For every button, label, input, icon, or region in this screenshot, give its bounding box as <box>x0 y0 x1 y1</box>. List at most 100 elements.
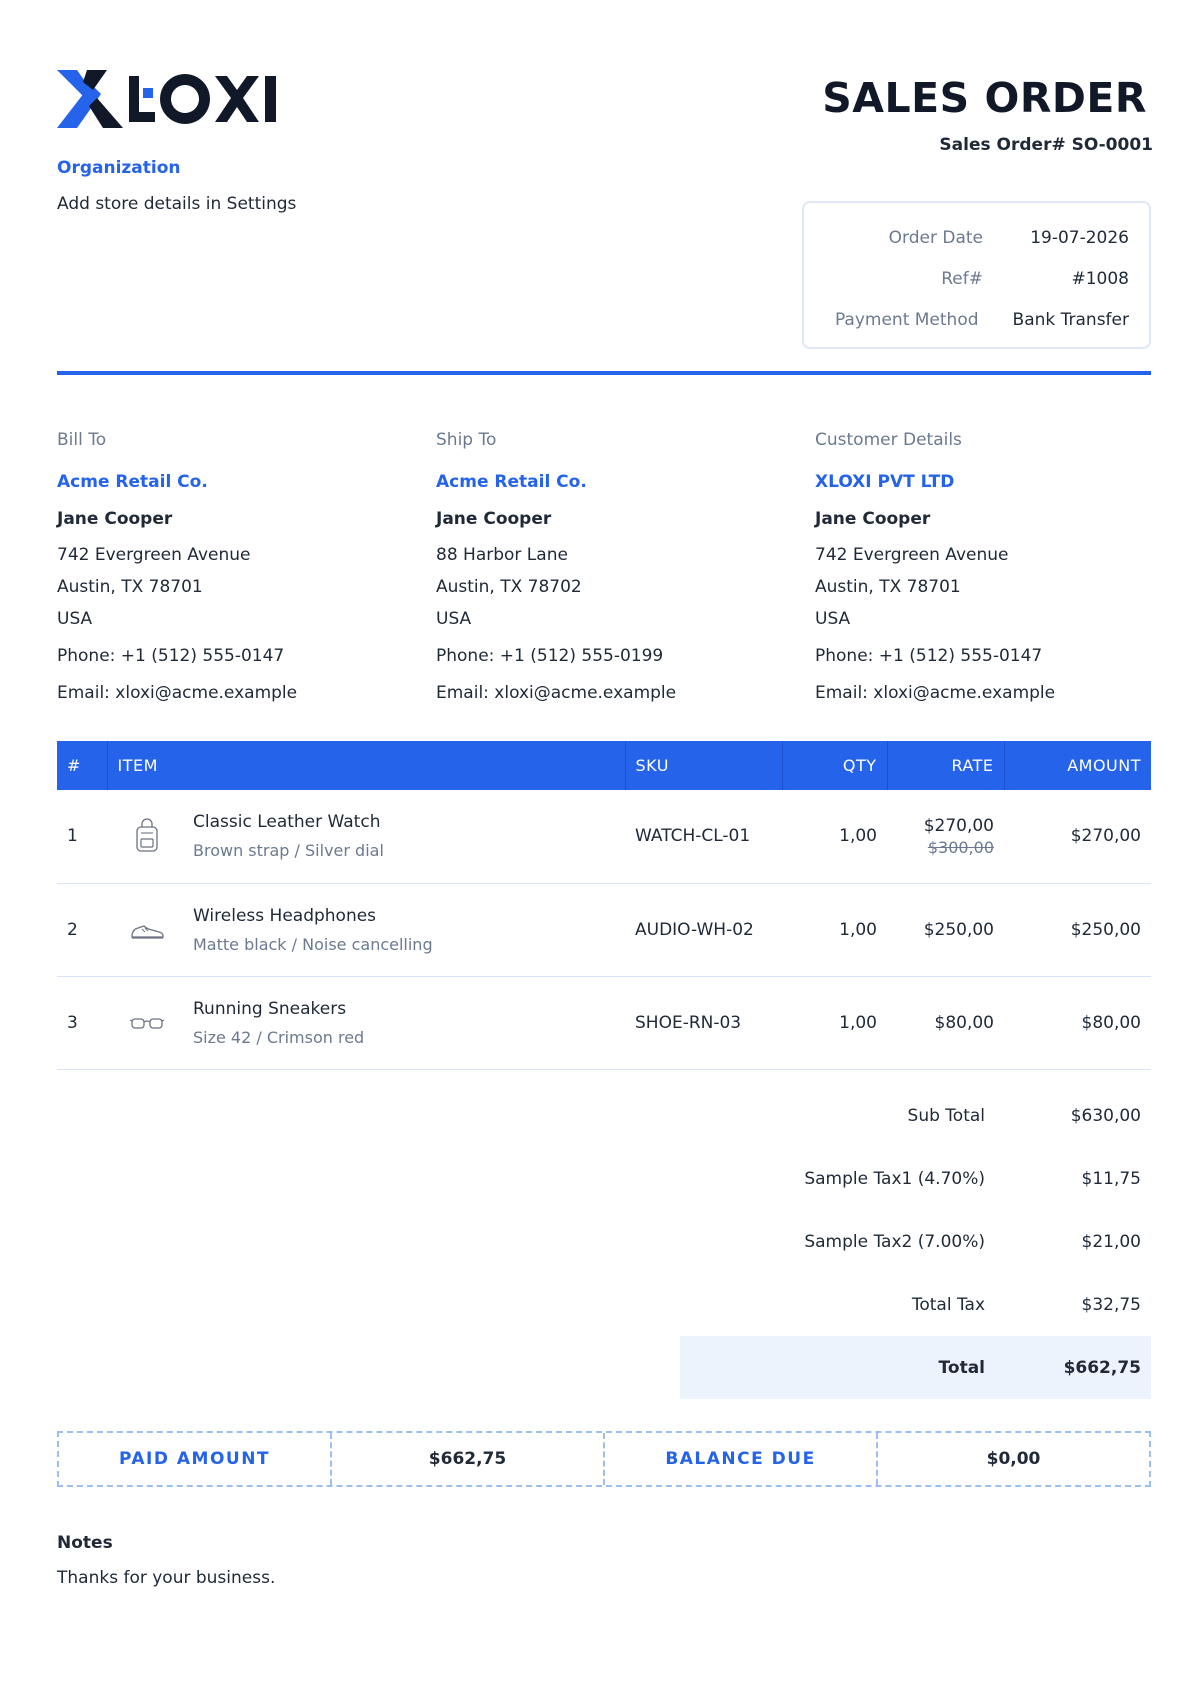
customer-details-block: Customer Details XLOXI PVT LTD Jane Coop… <box>815 430 1175 720</box>
sales-order-number: Sales Order# SO-0001 <box>939 135 1153 155</box>
meta-key: Ref# <box>941 268 983 289</box>
ship-to-phone: Phone: +1 (512) 555-0199 <box>436 646 664 666</box>
col-header-amount: AMOUNT <box>1067 756 1141 775</box>
customer-person: Jane Cooper <box>815 509 931 529</box>
tax1-value: $11,75 <box>1081 1168 1141 1189</box>
grand-total-value: $662,75 <box>1063 1357 1141 1378</box>
customer-country: USA <box>815 609 851 629</box>
table-header-row: # ITEM SKU QTY RATE AMOUNT <box>57 741 1151 790</box>
col-header-sku: SKU <box>625 741 783 790</box>
tax1-label: Sample Tax1 (4.70%) <box>804 1168 985 1189</box>
meta-row-order-date: Order Date 19-07-2026 <box>824 217 1129 258</box>
item-original-rate: $300,00 <box>927 837 994 857</box>
item-cell: Running Sneakers Size 42 / Crimson red <box>183 976 625 1070</box>
item-thumbnail <box>107 883 183 977</box>
item-rate-cell: $80,00 <box>887 976 1004 1070</box>
col-header-item: ITEM <box>107 741 626 790</box>
subtotal-label: Sub Total <box>907 1105 985 1126</box>
subtotal-row: Sub Total $630,00 <box>680 1084 1151 1147</box>
col-header-num: # <box>57 741 108 790</box>
bill-to-block: Bill To Acme Retail Co. Jane Cooper 742 … <box>57 430 417 720</box>
organization-label: Organization <box>57 158 181 178</box>
sales-order-page: SALES ORDER Sales Order# SO-0001 Organiz… <box>0 0 1200 1698</box>
ship-to-email: Email: xloxi@acme.example <box>436 683 677 703</box>
balance-due-value: $0,00 <box>986 1449 1041 1469</box>
item-sku: AUDIO-WH-02 <box>625 883 782 977</box>
item-qty: 1,00 <box>782 883 887 977</box>
total-tax-value: $32,75 <box>1081 1294 1141 1315</box>
document-title: SALES ORDER <box>822 74 1147 122</box>
item-thumbnail <box>107 790 183 884</box>
grand-total-row: Total $662,75 <box>680 1336 1151 1399</box>
col-header-rate: RATE <box>887 741 1005 790</box>
item-name: Wireless Headphones <box>193 905 377 926</box>
bill-to-country: USA <box>57 609 93 629</box>
order-meta-box: Order Date 19-07-2026 Ref# #1008 Payment… <box>802 201 1151 349</box>
tax2-row: Sample Tax2 (7.00%) $21,00 <box>680 1210 1151 1273</box>
bill-to-street: 742 Evergreen Avenue <box>57 545 251 565</box>
organization-text: Add store details in Settings <box>57 194 297 214</box>
customer-email: Email: xloxi@acme.example <box>815 683 1056 703</box>
ship-to-company: Acme Retail Co. <box>436 472 587 492</box>
xloxi-logo <box>57 70 276 128</box>
notes-heading: Notes <box>57 1533 113 1553</box>
meta-key: Payment Method <box>834 309 979 330</box>
total-tax-row: Total Tax $32,75 <box>680 1273 1151 1336</box>
ship-to-city: Austin, TX 78702 <box>436 577 582 597</box>
col-header-qty: QTY <box>782 741 888 790</box>
meta-row-ref: Ref# #1008 <box>824 258 1129 299</box>
meta-row-payment-method: Payment Method Bank Transfer <box>824 299 1129 340</box>
meta-value: 19-07-2026 <box>1030 227 1129 248</box>
notes-text: Thanks for your business. <box>57 1568 276 1588</box>
subtotal-value: $630,00 <box>1070 1105 1141 1126</box>
sneaker-icon <box>131 924 164 939</box>
line-items-table: # ITEM SKU QTY RATE AMOUNT 1 Classic Lea… <box>57 741 1151 1070</box>
table-row: 2 Wireless Headphones Matte black / Nois… <box>57 883 1151 977</box>
ship-to-person: Jane Cooper <box>436 509 552 529</box>
paid-amount-value: $662,75 <box>332 1433 605 1485</box>
item-qty: 1,00 <box>782 790 887 884</box>
item-name: Running Sneakers <box>193 998 347 1019</box>
item-rate-cell: $250,00 <box>887 883 1004 977</box>
item-description: Size 42 / Crimson red <box>193 1027 365 1047</box>
bill-to-email: Email: xloxi@acme.example <box>57 683 298 703</box>
header-divider <box>57 371 1151 375</box>
total-tax-label: Total Tax <box>911 1294 985 1315</box>
item-amount: $250,00 <box>1004 883 1151 977</box>
backpack-icon <box>136 818 158 852</box>
item-cell: Wireless Headphones Matte black / Noise … <box>183 883 625 977</box>
item-cell: Classic Leather Watch Brown strap / Silv… <box>183 790 625 884</box>
table-row: 1 Classic Leather Watch Brown strap / Si… <box>57 790 1151 884</box>
meta-key: Order Date <box>888 227 983 248</box>
customer-city: Austin, TX 78701 <box>815 577 961 597</box>
totals-block: Sub Total $630,00 Sample Tax1 (4.70%) $1… <box>680 1084 1151 1399</box>
customer-heading: Customer Details <box>815 430 962 450</box>
bill-to-heading: Bill To <box>57 430 107 450</box>
glasses-icon <box>129 1017 165 1029</box>
bill-to-company: Acme Retail Co. <box>57 472 208 492</box>
balance-due-label: BALANCE DUE <box>605 1433 878 1485</box>
item-rate: $80,00 <box>934 1012 994 1033</box>
tax2-label: Sample Tax2 (7.00%) <box>804 1231 985 1252</box>
item-qty: 1,00 <box>782 976 887 1070</box>
bill-to-city: Austin, TX 78701 <box>57 577 203 597</box>
tax1-row: Sample Tax1 (4.70%) $11,75 <box>680 1147 1151 1210</box>
ship-to-heading: Ship To <box>436 430 497 450</box>
ship-to-block: Ship To Acme Retail Co. Jane Cooper 88 H… <box>436 430 796 720</box>
item-sku: WATCH-CL-01 <box>625 790 782 884</box>
item-sku: SHOE-RN-03 <box>625 976 782 1070</box>
bill-to-person: Jane Cooper <box>57 509 173 529</box>
customer-street: 742 Evergreen Avenue <box>815 545 1009 565</box>
item-description: Brown strap / Silver dial <box>193 841 384 861</box>
customer-company: XLOXI PVT LTD <box>815 472 955 492</box>
ship-to-street: 88 Harbor Lane <box>436 545 568 565</box>
meta-value: #1008 <box>1071 268 1129 289</box>
tax2-value: $21,00 <box>1081 1231 1141 1252</box>
payment-summary: PAID AMOUNT $662,75 BALANCE DUE $0,00 <box>57 1431 1151 1487</box>
item-thumbnail <box>107 976 183 1070</box>
item-amount: $270,00 <box>1004 790 1151 884</box>
row-number: 2 <box>57 883 107 977</box>
item-amount: $80,00 <box>1004 976 1151 1070</box>
paid-amount-label: PAID AMOUNT <box>59 1433 332 1485</box>
item-rate: $270,00 <box>923 815 994 836</box>
